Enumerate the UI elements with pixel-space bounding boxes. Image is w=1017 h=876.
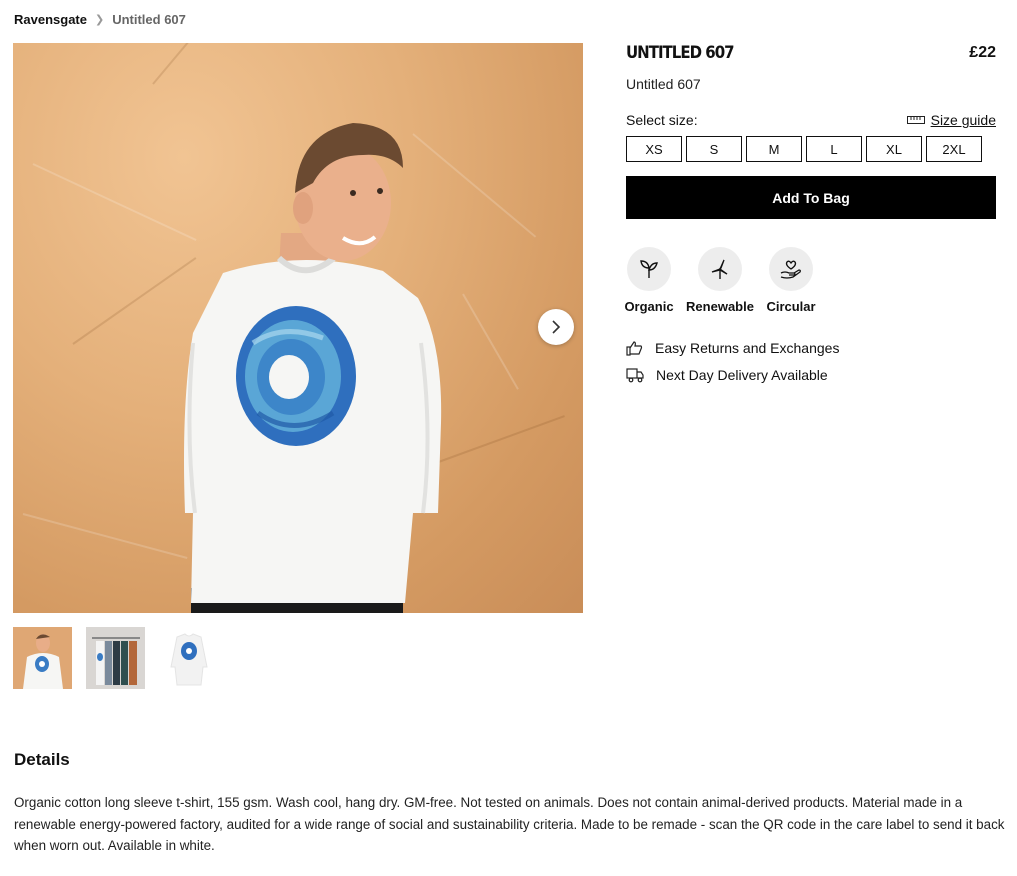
size-option-l[interactable]: L [806, 136, 862, 162]
size-option-2xl[interactable]: 2XL [926, 136, 982, 162]
size-option-s[interactable]: S [686, 136, 742, 162]
chevron-right-icon: ❯ [94, 14, 105, 26]
details-text: Organic cotton long sleeve t-shirt, 155 … [14, 795, 1005, 853]
breadcrumb: Ravensgate ❯ Untitled 607 [14, 12, 186, 27]
badge-circular: Circular [766, 247, 816, 314]
badge-label: Organic [624, 299, 674, 314]
product-subtitle: Untitled 607 [626, 76, 701, 92]
badge-label: Renewable [686, 299, 754, 314]
details-heading: Details [14, 750, 70, 769]
thumbnail-strip [13, 627, 218, 689]
product-price: £22 [969, 44, 996, 61]
feature-list: Easy Returns and Exchanges Next Day Deli… [626, 340, 996, 383]
feature-label: Easy Returns and Exchanges [655, 340, 840, 356]
next-image-button[interactable] [538, 309, 574, 345]
thumbs-up-icon [626, 341, 643, 356]
heart-hand-icon [780, 260, 801, 279]
sustainability-badges: Organic Renewable Circular [624, 247, 996, 314]
product-details: Details Organic cotton long sleeve t-shi… [14, 750, 1009, 857]
size-option-xs[interactable]: XS [626, 136, 682, 162]
badge-label: Circular [766, 299, 816, 314]
model-wearing-shirt [184, 123, 442, 613]
size-option-xl[interactable]: XL [866, 136, 922, 162]
thumbnail-rack[interactable] [86, 627, 145, 689]
feature-delivery: Next Day Delivery Available [626, 367, 996, 383]
breadcrumb-current: Untitled 607 [112, 12, 186, 27]
ruler-icon [906, 116, 925, 124]
size-option-m[interactable]: M [746, 136, 802, 162]
main-product-image[interactable] [13, 43, 583, 613]
badge-organic: Organic [624, 247, 674, 314]
wind-turbine-icon [711, 259, 728, 279]
feature-label: Next Day Delivery Available [656, 367, 828, 383]
size-guide-label: Size guide [930, 112, 996, 128]
add-to-bag-button[interactable]: Add To Bag [626, 176, 996, 219]
badge-renewable: Renewable [686, 247, 754, 314]
sprout-icon [640, 260, 658, 278]
breadcrumb-home-link[interactable]: Ravensgate [14, 12, 87, 27]
chevron-right-icon [552, 320, 561, 334]
thumbnail-model[interactable] [13, 627, 72, 689]
delivery-truck-icon [626, 368, 644, 383]
size-guide-link[interactable]: Size guide [906, 112, 996, 128]
product-title: UNTITLED 607 [626, 41, 735, 63]
thumbnail-flat-shirt[interactable] [159, 627, 218, 689]
product-info-panel: UNTITLED 607 £22 Untitled 607 Select siz… [624, 41, 996, 394]
feature-returns: Easy Returns and Exchanges [626, 340, 996, 356]
select-size-label: Select size: [626, 112, 698, 128]
size-selector: XS S M L XL 2XL [626, 136, 996, 162]
